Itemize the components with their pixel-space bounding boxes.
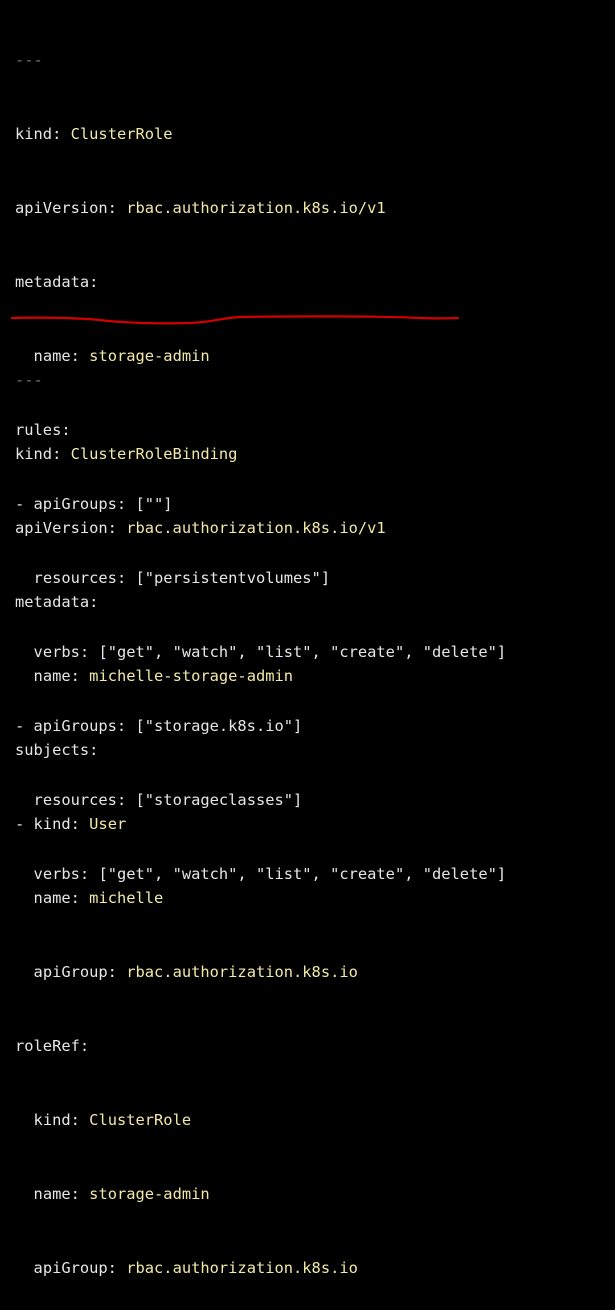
roleref-apigroup-line: apiGroup: rbac.authorization.k8s.io [33, 1258, 358, 1277]
metadata-line: metadata: [15, 273, 99, 292]
subject-name-line: name: michelle [33, 888, 164, 907]
roleref-line: roleRef: [15, 1036, 90, 1055]
api-version-line: apiVersion: rbac.authorization.k8s.io/v1 [15, 199, 386, 218]
document-separator: --- [15, 371, 43, 390]
subjects-line: subjects: [15, 741, 99, 760]
api-version-line: apiVersion: rbac.authorization.k8s.io/v1 [15, 519, 386, 538]
document-separator: --- [15, 51, 43, 70]
kind-line: kind: ClusterRoleBinding [15, 445, 238, 464]
yaml-code-panel: --- kind: ClusterRole apiVersion: rbac.a… [0, 0, 615, 1277]
metadata-name-line: name: michelle-storage-admin [33, 667, 294, 686]
kind-line: kind: ClusterRole [15, 125, 173, 144]
subject-kind-line: - kind: User [15, 815, 127, 834]
roleref-name-line: name: storage-admin [33, 1184, 210, 1203]
cluster-role-binding-document: --- kind: ClusterRoleBinding apiVersion:… [15, 319, 386, 1310]
metadata-line: metadata: [15, 593, 99, 612]
roleref-kind-line: kind: ClusterRole [33, 1110, 192, 1129]
subject-apigroup-line: apiGroup: rbac.authorization.k8s.io [33, 962, 358, 981]
